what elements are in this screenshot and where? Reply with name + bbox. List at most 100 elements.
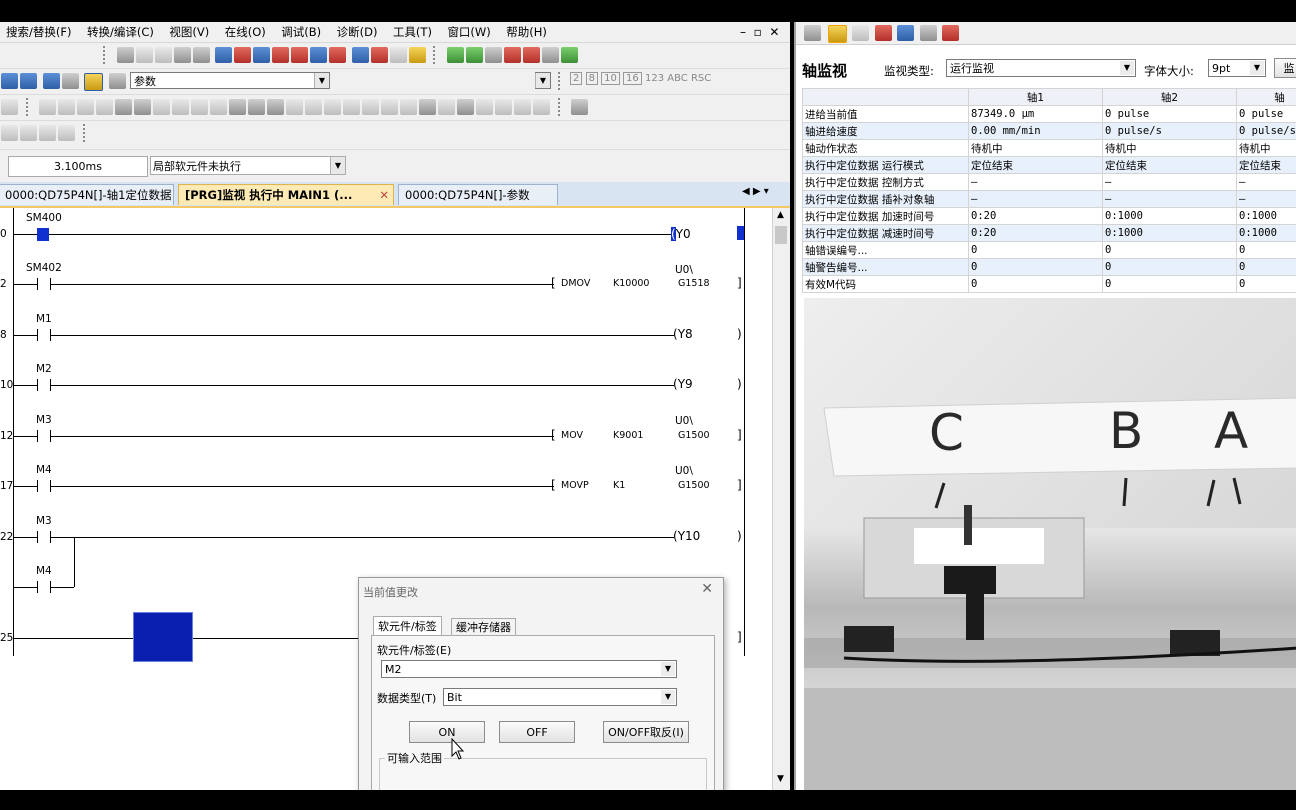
off-button[interactable]: OFF [499, 721, 575, 743]
monitor-button[interactable]: 监 [1274, 58, 1296, 78]
saf7-icon[interactable] [191, 99, 208, 115]
device-icon[interactable] [1, 73, 18, 89]
monitor-all-icon[interactable] [310, 47, 327, 63]
window-controls[interactable]: – ▫ ✕ [740, 24, 779, 40]
close-icon[interactable]: ✕ [379, 185, 389, 205]
monitor-write-icon[interactable] [329, 47, 346, 63]
write-plc-icon[interactable] [215, 47, 232, 63]
search-options-icon[interactable] [61, 73, 79, 89]
scroll-up-icon[interactable]: ▲ [777, 210, 784, 220]
instruction[interactable]: MOV [561, 430, 583, 441]
af9-icon[interactable] [362, 99, 379, 115]
coil-y8[interactable]: (Y8 [673, 327, 693, 341]
undo-icon[interactable] [173, 47, 191, 63]
sf7-icon[interactable] [77, 99, 94, 115]
table-icon[interactable] [874, 25, 892, 41]
chevron-down-icon[interactable]: ▼ [661, 662, 675, 676]
menu-tools[interactable]: 工具(T) [387, 22, 438, 40]
tab-positioning-data[interactable]: 0000:QD75P4N[]-轴1定位数据 [0, 184, 174, 205]
monitor-icon[interactable] [827, 25, 847, 43]
sf6-icon[interactable] [58, 99, 75, 115]
chevron-down-icon[interactable]: ▼ [330, 157, 345, 174]
toggle-button[interactable]: ON/OFF取反(I) [603, 721, 689, 743]
monitor-type-select[interactable]: 运行监视 ▼ [946, 59, 1136, 77]
tab-device[interactable]: 软元件/标签 [373, 616, 442, 636]
ladder-edit-icon[interactable] [522, 47, 540, 63]
menu-view[interactable]: 视图(V) [163, 22, 215, 40]
device-search-icon[interactable] [42, 73, 60, 89]
radix-buttons[interactable]: 2 8 10 16 123 ABC RSC [570, 72, 711, 85]
toolbar-grip[interactable] [103, 46, 109, 64]
contact-sm400-on[interactable] [37, 228, 49, 241]
menu-window[interactable]: 窗口(W) [441, 22, 496, 40]
menu-search[interactable]: 搜索/替换(F) [0, 22, 77, 40]
contact-m4[interactable] [37, 480, 51, 492]
ladder-comment-icon[interactable] [541, 47, 559, 63]
af5-icon[interactable] [229, 99, 246, 115]
pin-icon[interactable] [804, 25, 821, 41]
saf5-icon[interactable] [153, 99, 170, 115]
label-icon[interactable] [476, 99, 493, 115]
search-scope-combo[interactable]: ▼ [535, 72, 551, 89]
stop-icon[interactable] [942, 25, 959, 41]
instruction[interactable]: MOVP [561, 480, 589, 491]
toolbar-grip[interactable] [433, 46, 439, 64]
coil-y0[interactable]: (Y0 [671, 227, 691, 241]
saf8-icon[interactable] [210, 99, 227, 115]
list-icon[interactable] [897, 25, 914, 41]
close-icon[interactable]: ✕ [701, 581, 713, 597]
coil-y9[interactable]: (Y9 [673, 377, 693, 391]
copy-icon[interactable] [135, 47, 153, 63]
sf8-icon[interactable] [96, 99, 113, 115]
read-plc-icon[interactable] [234, 47, 251, 63]
record-icon[interactable] [919, 25, 937, 41]
af8-icon[interactable] [134, 99, 151, 115]
chevron-down-icon[interactable]: ▼ [1120, 61, 1134, 75]
instruction[interactable]: DMOV [561, 278, 590, 289]
cut-icon[interactable] [116, 47, 134, 63]
menu-debug[interactable]: 调试(B) [275, 22, 327, 40]
chevron-down-icon[interactable]: ▼ [535, 73, 550, 88]
device-batch-icon[interactable] [351, 47, 369, 63]
paste-icon[interactable] [154, 47, 172, 63]
statement-icon[interactable] [514, 99, 531, 115]
sample-icon[interactable] [408, 47, 426, 63]
print-icon[interactable] [58, 125, 75, 141]
help-icon[interactable] [84, 73, 103, 91]
coil-y10[interactable]: (Y10 [673, 529, 700, 543]
exec-status-combo[interactable]: 局部软元件未执行 ▼ [150, 156, 346, 175]
menu-diagnostics[interactable]: 诊断(D) [331, 22, 384, 40]
chevron-down-icon[interactable]: ▼ [1250, 61, 1264, 75]
menu-online[interactable]: 在线(O) [219, 22, 272, 40]
ladder-coil-icon[interactable] [465, 47, 483, 63]
watch-icon[interactable] [389, 47, 407, 63]
tab-scroll-arrows[interactable]: ◀ ▶ ▾ [742, 186, 769, 197]
menu-convert[interactable]: 转换/编译(C) [81, 22, 160, 40]
comment-icon[interactable] [533, 99, 550, 115]
ladder-cursor[interactable] [133, 612, 193, 662]
cf9-icon[interactable] [324, 99, 341, 115]
saf6-icon[interactable] [172, 99, 189, 115]
device-list-icon[interactable] [20, 73, 37, 89]
caf10-icon[interactable] [267, 99, 284, 115]
ladder-contact-icon[interactable] [446, 47, 464, 63]
display-icon[interactable] [20, 125, 37, 141]
saf9-icon[interactable] [381, 99, 398, 115]
tab-parameter[interactable]: 0000:QD75P4N[]-参数 [398, 184, 558, 205]
chevron-down-icon[interactable]: ▼ [661, 690, 675, 704]
zoom-icon[interactable] [39, 125, 56, 141]
caf5-icon[interactable] [248, 99, 265, 115]
contact-m1[interactable] [37, 329, 51, 341]
af7-icon[interactable] [115, 99, 132, 115]
toolbar-grip[interactable] [25, 98, 32, 116]
tool-icon[interactable] [852, 25, 869, 41]
on-button[interactable]: ON [409, 721, 485, 743]
scroll-thumb[interactable] [775, 226, 787, 244]
sf5-icon[interactable] [39, 99, 56, 115]
toolbar-grip[interactable] [557, 98, 564, 116]
tab-main-program[interactable]: [PRG]监视 执行中 MAIN1 (... ✕ [178, 184, 394, 205]
contact-m3-parallel[interactable] [37, 531, 51, 543]
open-icon[interactable] [1, 125, 18, 141]
line-icon[interactable] [571, 99, 588, 115]
monitor-stop-icon[interactable] [291, 47, 308, 63]
